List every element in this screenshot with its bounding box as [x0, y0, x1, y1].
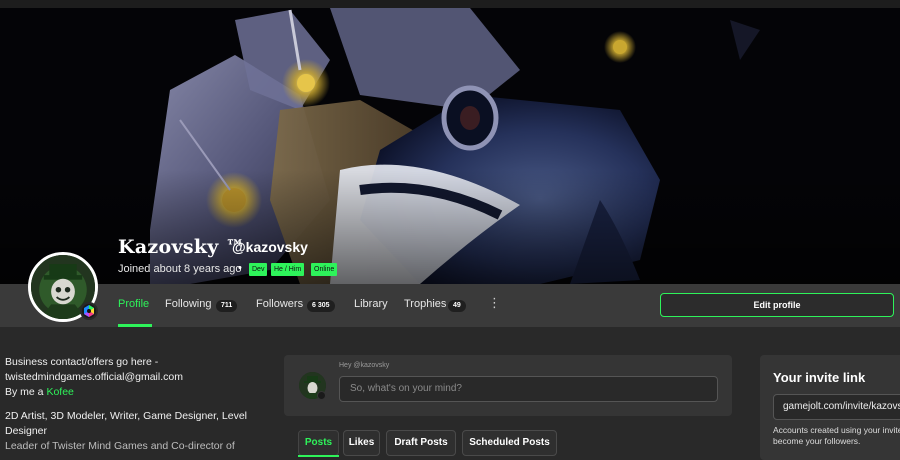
bio-line: Designer — [5, 425, 48, 437]
browser-top-strip — [0, 0, 900, 8]
bio-line: By me a Kofee — [5, 385, 265, 400]
tab-trophies[interactable]: Trophies — [404, 298, 446, 310]
verified-badge-icon — [80, 302, 98, 320]
profile-banner: Kazovsky ™ @kazovsky Joined about 8 year… — [0, 0, 900, 284]
tab-following[interactable]: Following — [165, 298, 211, 310]
bio-line: Leader of Twister Mind Games and Co-dire… — [5, 440, 235, 452]
trophies-count-badge: 49 — [448, 300, 466, 312]
following-count-badge: 711 — [216, 300, 238, 312]
invite-title: Your invite link — [773, 370, 866, 385]
active-tab-indicator — [118, 324, 152, 327]
kofee-link[interactable]: Kofee — [46, 386, 73, 398]
tab-draft-posts[interactable]: Draft Posts — [386, 430, 456, 456]
bio-email: twistedmindgames.official@gmail.com — [5, 371, 183, 383]
post-composer: Hey @kazovsky So, what's on your mind? — [284, 355, 732, 416]
tab-profile[interactable]: Profile — [118, 298, 149, 310]
joined-date: Joined about 8 years ago — [118, 263, 242, 275]
bio-line: 2D Artist, 3D Modeler, Writer, Game Desi… — [5, 410, 247, 422]
dev-tag: Dev — [249, 263, 268, 276]
profile-nav-bar: Profile Following 711 Followers 6 305 Li… — [0, 284, 900, 327]
composer-badge-icon — [317, 391, 326, 400]
profile-display-name: Kazovsky ™ — [118, 236, 245, 258]
tab-likes[interactable]: Likes — [343, 430, 380, 456]
tab-followers[interactable]: Followers — [256, 298, 303, 310]
invite-panel: Your invite link gamejolt.com/invite/kaz… — [760, 355, 900, 460]
profile-page: Kazovsky ™ @kazovsky Joined about 8 year… — [0, 0, 900, 460]
more-options-icon[interactable]: ⋮ — [488, 296, 501, 312]
followers-count-badge: 6 305 — [307, 300, 335, 312]
post-input[interactable]: So, what's on your mind? — [339, 376, 718, 402]
separator-dot: • — [238, 262, 242, 274]
posts-tab-indicator — [298, 455, 339, 457]
profile-bio: Business contact/offers go here - twiste… — [5, 355, 265, 454]
invite-desc-line: become your followers. — [773, 436, 861, 446]
invite-link-field[interactable]: gamejolt.com/invite/kazovsky — [773, 394, 900, 420]
composer-greeting: Hey @kazovsky — [339, 362, 390, 369]
bio-line: Business contact/offers go here - — [5, 356, 159, 368]
bio-kofee-prefix: By me a — [5, 386, 47, 398]
tab-library[interactable]: Library — [354, 298, 388, 310]
invite-description: Accounts created using your invite link … — [773, 425, 900, 447]
tab-scheduled-posts[interactable]: Scheduled Posts — [462, 430, 557, 456]
profile-handle: @kazovsky — [232, 239, 308, 255]
edit-profile-button[interactable]: Edit profile — [660, 293, 894, 317]
pronouns-tag: He / Him — [271, 263, 305, 276]
online-tag: Online — [311, 263, 338, 276]
tab-posts[interactable]: Posts — [298, 430, 339, 456]
bio-spacer — [5, 400, 265, 409]
invite-desc-line: Accounts created using your invite link — [773, 425, 900, 435]
